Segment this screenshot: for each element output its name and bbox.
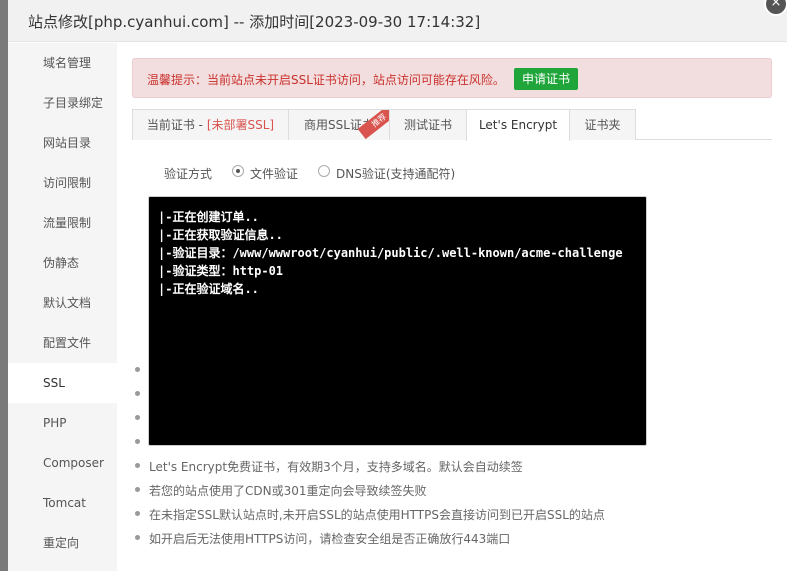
list-item: 若您的站点使用了CDN或301重定向会导致续签失败 [132, 480, 772, 502]
file-verify-radio[interactable] [232, 165, 244, 177]
sidebar-item-access-limit[interactable]: 访问限制 [8, 163, 117, 203]
sidebar-item-config-file[interactable]: 配置文件 [8, 323, 117, 363]
dialog-title: 站点修改[php.cyanhui.com] -- 添加时间[2023-09-30… [28, 13, 481, 31]
sidebar-item-ssl[interactable]: SSL [8, 363, 117, 403]
sidebar-item-site-dir[interactable]: 网站目录 [8, 123, 117, 163]
sidebar-item-composer[interactable]: Composer [8, 443, 117, 483]
bullet-dot [135, 463, 140, 468]
log-line: |-正在获取验证信息.. [158, 228, 283, 242]
tab-test-certificate[interactable]: 测试证书 [389, 109, 467, 140]
apply-certificate-button[interactable]: 申请证书 [514, 68, 579, 90]
settings-sidebar: 域名管理 子目录绑定 网站目录 访问限制 流量限制 伪静态 默认文档 配置文件 … [8, 43, 117, 571]
list-item: 如开启后无法使用HTTPS访问，请检查安全组是否正确放行443端口 [132, 528, 772, 550]
sidebar-item-subdir[interactable]: 子目录绑定 [8, 83, 117, 123]
dns-verify-label[interactable]: DNS验证(支持通配符) [336, 165, 455, 182]
log-line: |-正在验证域名.. [158, 282, 259, 296]
close-icon: × [770, 0, 782, 10]
alert-text: 温馨提示：当前站点未开启SSL证书访问，站点访问可能存在风险。 [147, 73, 505, 87]
list-item: Let's Encrypt免费证书，有效期3个月，支持多域名。默认会自动续签 [132, 456, 772, 478]
bullet-dot [135, 391, 140, 396]
bullet-dot [135, 415, 140, 420]
tab-label: 证书夹 [584, 118, 621, 132]
bullet-dot [135, 367, 140, 372]
log-line: |-验证类型：http-01 [158, 264, 284, 278]
recommend-ribbon: 推荐 [357, 110, 389, 140]
log-line: |-验证目录：/www/wwwroot/cyanhui/public/.well… [158, 246, 623, 260]
tab-label: 测试证书 [403, 118, 452, 132]
sidebar-item-default-doc[interactable]: 默认文档 [8, 283, 117, 323]
ssl-warning-alert: 温馨提示：当前站点未开启SSL证书访问，站点访问可能存在风险。 申请证书 [132, 58, 772, 98]
tab-lets-encrypt[interactable]: Let's Encrypt [466, 109, 570, 141]
bullet-dot [135, 511, 140, 516]
cert-apply-log-console[interactable]: |-正在创建订单.. |-正在获取验证信息.. |-验证目录：/www/wwwr… [148, 196, 647, 446]
ssl-status-badge: [未部署SSL] [206, 118, 275, 132]
sidebar-item-redirect[interactable]: 重定向 [8, 523, 117, 563]
site-edit-dialog: 站点修改[php.cyanhui.com] -- 添加时间[2023-09-30… [8, 0, 787, 571]
log-line: |-正在创建订单.. [158, 210, 259, 224]
ssl-tabs: 当前证书 - [未部署SSL] 商用SSL证书 推荐 测试证书 Let's En… [132, 109, 772, 141]
dialog-title-bar[interactable]: 站点修改[php.cyanhui.com] -- 添加时间[2023-09-30… [8, 0, 787, 42]
bullet-dot [135, 439, 140, 444]
sidebar-item-php[interactable]: PHP [8, 403, 117, 443]
file-verify-label[interactable]: 文件验证 [250, 165, 298, 182]
tab-label: 当前证书 - [146, 118, 207, 132]
dns-verify-radio[interactable] [318, 165, 330, 177]
tab-commercial-ssl[interactable]: 商用SSL证书 推荐 [288, 109, 390, 140]
list-item: 在未指定SSL默认站点时,未开启SSL的站点使用HTTPS会直接访问到已开启SS… [132, 504, 772, 526]
tab-current-certificate[interactable]: 当前证书 - [未部署SSL] [132, 109, 289, 140]
bullet-dot [135, 487, 140, 492]
sidebar-item-rewrite[interactable]: 伪静态 [8, 243, 117, 283]
tab-label: Let's Encrypt [478, 118, 558, 132]
sidebar-item-traffic-limit[interactable]: 流量限制 [8, 203, 117, 243]
tab-certificate-folder[interactable]: 证书夹 [569, 109, 636, 140]
sidebar-item-domain[interactable]: 域名管理 [8, 43, 117, 83]
bullet-dot [135, 535, 140, 540]
sidebar-item-tomcat[interactable]: Tomcat [8, 483, 117, 523]
verify-method-label: 验证方式 [164, 167, 213, 181]
